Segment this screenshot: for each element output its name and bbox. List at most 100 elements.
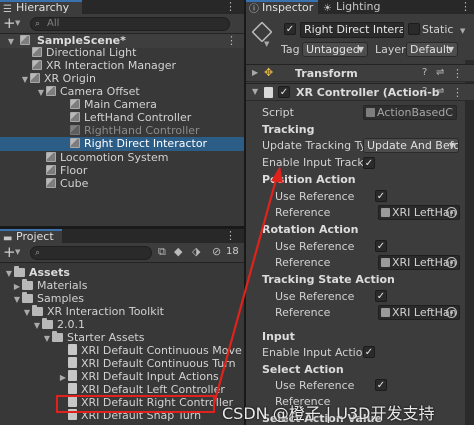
filter-type-icon[interactable]: ⧉: [158, 245, 166, 259]
hierarchy-item-label: Right Direct Interactor: [84, 137, 208, 150]
hierarchy-row[interactable]: ▼ XR Origin: [20, 72, 96, 86]
project-row[interactable]: XRI Default Continuous Move: [68, 344, 242, 358]
tab-hierarchy[interactable]: ☰ Hierarchy: [0, 0, 82, 15]
tab-inspector[interactable]: ⓘ Inspector: [246, 0, 318, 15]
hierarchy-menu-icon[interactable]: ⋮: [225, 0, 236, 14]
hierarchy-row[interactable]: Directional Light: [32, 46, 136, 60]
project-row[interactable]: XRI Default Left Controller: [68, 383, 225, 397]
expand-arrow-icon[interactable]: ▼: [36, 86, 46, 100]
hierarchy-row-selected[interactable]: Right Direct Interactor: [0, 137, 244, 151]
hierarchy-row[interactable]: Main Camera: [70, 98, 157, 112]
enable-input-actions-label: Enable Input Actions: [262, 346, 376, 359]
preset-icon[interactable]: ⇌: [436, 86, 444, 97]
project-row[interactable]: ▼ Starter Assets: [42, 331, 144, 345]
gameobject-icon: [46, 165, 56, 175]
layer-dropdown[interactable]: Default ▼: [406, 42, 458, 57]
component-menu-icon[interactable]: ⋮: [452, 86, 463, 99]
use-reference-checkbox[interactable]: ✓: [375, 240, 387, 252]
layer-value: Default: [410, 43, 451, 56]
expand-arrow-icon[interactable]: ▼: [6, 35, 16, 49]
gameobject-icon: [70, 112, 80, 122]
object-picker-icon[interactable]: [446, 257, 457, 268]
hierarchy-item-label: XR Origin: [44, 72, 96, 85]
object-name-field[interactable]: Right Direct Interact: [300, 22, 404, 38]
expand-arrow-icon[interactable]: ▼: [32, 319, 42, 333]
preset-icon[interactable]: ⇌: [436, 67, 444, 78]
xr-controller-label: XR Controller (Action-b: [296, 86, 440, 99]
hierarchy-row[interactable]: XR Interaction Manager: [32, 59, 176, 73]
project-menu-icon[interactable]: ⋮: [225, 229, 236, 243]
project-row[interactable]: XRI Default Snap Turn: [68, 409, 201, 423]
use-reference-checkbox[interactable]: ✓: [375, 190, 387, 202]
hierarchy-search-input[interactable]: ⌕ All: [30, 17, 230, 31]
inspector-scrollbar[interactable]: [465, 60, 474, 425]
scene-menu-icon[interactable]: ⋮: [226, 34, 237, 48]
chevron-down-icon[interactable]: ▼: [264, 40, 269, 48]
chevron-down-icon[interactable]: ▼: [460, 27, 465, 35]
project-row[interactable]: ▼ Assets: [4, 266, 70, 280]
expand-arrow-icon[interactable]: ▼: [42, 332, 52, 346]
help-icon[interactable]: ?: [422, 67, 427, 78]
project-row[interactable]: ▼ XR Interaction Toolkit: [22, 305, 164, 319]
object-active-checkbox[interactable]: ✓: [284, 23, 296, 35]
expand-arrow-icon[interactable]: ▶: [252, 68, 258, 77]
rotation-reference-field[interactable]: XRI LeftHan: [378, 255, 460, 270]
tab-project[interactable]: ▬ Project: [0, 229, 62, 244]
hierarchy-row[interactable]: Cube: [46, 177, 88, 191]
position-action-header: Position Action: [262, 173, 356, 186]
project-tabbar: ▬ Project ⋮: [0, 229, 244, 244]
expand-arrow-icon[interactable]: ▼: [20, 73, 30, 87]
tab-lighting[interactable]: ☀ Lighting: [320, 0, 390, 14]
expand-arrow-icon[interactable]: ▼: [22, 306, 32, 320]
tag-dropdown[interactable]: Untagged ▼: [302, 42, 368, 57]
hierarchy-row[interactable]: Floor: [46, 164, 87, 178]
hierarchy-row[interactable]: ▼ Camera Offset: [36, 85, 140, 99]
project-add-button[interactable]: +: [3, 244, 16, 260]
expand-arrow-icon[interactable]: ▼: [252, 87, 258, 96]
update-tracking-label: Update Tracking Typ: [262, 139, 374, 152]
project-row-highlighted[interactable]: XRI Default Right Controller: [68, 396, 233, 410]
chevron-down-icon[interactable]: ▼: [15, 248, 20, 256]
project-row[interactable]: ▶ XRI Default Input Actions: [58, 370, 219, 384]
object-picker-icon[interactable]: [446, 207, 457, 218]
enable-input-actions-checkbox[interactable]: ✓: [363, 346, 375, 358]
inspector-menu-icon[interactable]: ⋮: [460, 0, 471, 14]
hierarchy-add-button[interactable]: +: [3, 15, 16, 31]
hierarchy-row[interactable]: Locomotion System: [46, 151, 168, 165]
filter-label-icon[interactable]: ◆: [174, 245, 182, 258]
tracking-state-reference-field[interactable]: XRI LeftHan: [378, 305, 460, 320]
expand-arrow-icon[interactable]: ▼: [12, 293, 22, 307]
position-reference-field[interactable]: XRI LeftHan: [378, 205, 460, 220]
expand-arrow-icon[interactable]: ▶: [58, 371, 68, 385]
xr-controller-component-header[interactable]: ▼ ✓ XR Controller (Action-b ? ⇌ ⋮: [246, 83, 474, 101]
use-reference-label: Use Reference: [275, 240, 355, 253]
use-reference-checkbox[interactable]: ✓: [375, 379, 387, 391]
component-enabled-checkbox[interactable]: ✓: [278, 86, 290, 98]
project-row[interactable]: XRI Default Continuous Turn: [68, 357, 236, 371]
hidden-packages-count: 18: [226, 246, 239, 257]
script-icon: [264, 87, 273, 98]
gameobject-icon: [70, 138, 80, 148]
hidden-packages-icon[interactable]: ⊘: [212, 245, 221, 258]
rotation-action-header: Rotation Action: [262, 223, 359, 236]
static-checkbox[interactable]: [408, 23, 420, 35]
gameobject-icon: [32, 60, 42, 70]
help-icon[interactable]: ?: [422, 86, 427, 97]
update-tracking-dropdown[interactable]: Update And Befor ▼: [363, 138, 459, 153]
hierarchy-item-label: Floor: [60, 164, 88, 177]
enable-input-tracking-checkbox[interactable]: ✓: [363, 157, 375, 169]
transform-component-header[interactable]: ▶ ✥ Transform ? ⇌ ⋮: [246, 64, 474, 82]
use-reference-checkbox[interactable]: ✓: [375, 290, 387, 302]
hierarchy-row[interactable]: RightHand Controller: [70, 124, 200, 138]
object-picker-icon[interactable]: [446, 307, 457, 318]
project-row[interactable]: ▼ Samples: [12, 292, 84, 306]
hierarchy-row[interactable]: LeftHand Controller: [70, 111, 191, 125]
component-menu-icon[interactable]: ⋮: [452, 67, 463, 80]
project-item-label: XRI Default Input Actions: [81, 370, 219, 383]
project-row[interactable]: ▼ 2.0.1: [32, 318, 85, 332]
tracking-state-header: Tracking State Action: [262, 273, 395, 286]
project-search-input[interactable]: ⌕: [30, 246, 152, 260]
chevron-down-icon[interactable]: ▼: [15, 19, 20, 27]
project-row[interactable]: ▶ Materials: [12, 279, 87, 293]
tag-icon[interactable]: ⬗: [192, 245, 200, 258]
